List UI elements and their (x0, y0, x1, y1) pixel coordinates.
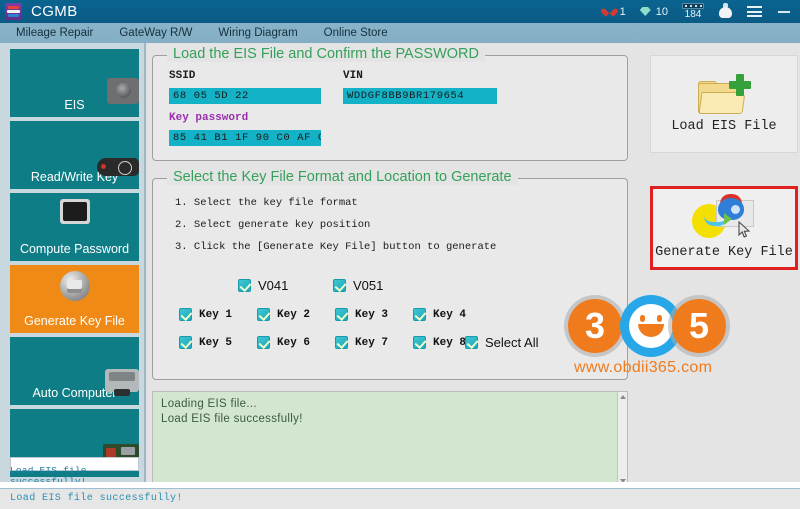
gem-count: 10 (656, 6, 668, 18)
menu-item-online-store[interactable]: Online Store (314, 27, 398, 39)
checkbox-label: Key 4 (433, 309, 466, 321)
log-line: Load EIS file successfully! (161, 412, 619, 427)
bell-icon[interactable] (718, 3, 733, 20)
checkbox-key-1[interactable]: Key 1 (179, 308, 232, 321)
sidebar-item-label: Compute Password (20, 242, 129, 256)
checkbox-box-icon (257, 308, 270, 321)
ssid-label: SSID (169, 70, 195, 82)
log-line: Loading EIS file... (161, 397, 619, 412)
generate-key-icon (60, 271, 90, 301)
checkbox-key-4[interactable]: Key 4 (413, 308, 466, 321)
checkbox-box-icon (413, 336, 426, 349)
application-window: CGMB 1 10 184 Mileage Repair GateWay R/W… (0, 0, 800, 509)
title-bar: CGMB 1 10 184 (0, 0, 800, 23)
heart-count: 1 (620, 6, 626, 18)
checkbox-box-icon (335, 308, 348, 321)
checkbox-label: Key 6 (277, 337, 310, 349)
action-panel: Load EIS File Generate Key File (644, 48, 800, 488)
load-eis-file-label: Load EIS File (671, 119, 776, 134)
scroll-up-arrow-icon[interactable] (618, 392, 628, 401)
menu-item-gateway-rw[interactable]: GateWay R/W (109, 27, 202, 39)
eis-group-title: Load the EIS File and Confirm the PASSWO… (167, 46, 485, 62)
checkbox-box-icon (413, 308, 426, 321)
sidebar-item-label: Auto Computer (32, 386, 116, 400)
car-key-icon (97, 158, 139, 176)
checkbox-label: V041 (258, 278, 288, 293)
checkbox-label: Key 1 (199, 309, 232, 321)
ssid-value[interactable]: 68 05 5D 22 (169, 88, 321, 104)
checkbox-key-3[interactable]: Key 3 (335, 308, 388, 321)
key-password-value[interactable]: 85 41 B1 1F 90 C0 AF C7 (169, 130, 321, 146)
sidebar-item-read-write-key[interactable]: Read/Write Key (10, 121, 139, 189)
battery-count: 184 (685, 9, 702, 20)
checkbox-label: Select All (485, 335, 538, 350)
checkbox-label: Key 7 (355, 337, 388, 349)
checkbox-key-6[interactable]: Key 6 (257, 336, 310, 349)
sidebar-item-label: Generate Key File (24, 314, 125, 328)
sidebar-item-generate-key-file[interactable]: Generate Key File (10, 265, 139, 333)
status-bar: Load EIS file successfully! (0, 488, 800, 509)
log-output-panel: Loading EIS file... Load EIS file succes… (152, 391, 628, 484)
vin-label: VIN (343, 70, 363, 82)
gem-counter: 10 (640, 6, 668, 18)
hamburger-menu-icon[interactable] (747, 6, 762, 17)
minimize-icon[interactable] (778, 11, 790, 13)
checkbox-label: V051 (353, 278, 383, 293)
sidebar-item-eis[interactable]: EIS (10, 49, 139, 117)
heart-icon (605, 7, 615, 16)
checkbox-box-icon (335, 336, 348, 349)
checkbox-key-7[interactable]: Key 7 (335, 336, 388, 349)
checkbox-key-2[interactable]: Key 2 (257, 308, 310, 321)
checkbox-select-all[interactable]: Select All (465, 335, 538, 350)
generate-key-file-icon (690, 196, 758, 240)
checkbox-box-icon (257, 336, 270, 349)
checkbox-key-5[interactable]: Key 5 (179, 336, 232, 349)
generate-key-file-button[interactable]: Generate Key File (650, 186, 798, 270)
checkbox-label: Key 3 (355, 309, 388, 321)
gem-icon (640, 7, 651, 16)
checkbox-label: Key 2 (277, 309, 310, 321)
cpu-chip-icon (60, 199, 90, 224)
titlebar-right-group: 1 10 184 (605, 0, 800, 23)
instruction-step-3: 3. Click the [Generate Key File] button … (175, 241, 496, 253)
key-password-label: Key password (169, 112, 248, 124)
generate-key-file-label: Generate Key File (655, 245, 793, 260)
auto-computer-icon (105, 369, 139, 392)
menu-bar: Mileage Repair GateWay R/W Wiring Diagra… (0, 23, 800, 43)
heart-counter: 1 (605, 6, 626, 18)
checkbox-box-icon (179, 336, 192, 349)
checkbox-label: Key 5 (199, 337, 232, 349)
checkbox-v041[interactable]: V041 (238, 278, 288, 293)
checkbox-box-icon (179, 308, 192, 321)
mouse-pointer-icon (738, 221, 752, 239)
key-file-format-group: Select the Key File Format and Location … (152, 178, 628, 380)
sidebar: EIS Read/Write Key Compute Password Gene… (0, 43, 146, 488)
folder-add-icon (698, 74, 750, 114)
log-scrollbar[interactable] (617, 392, 627, 484)
key-file-group-title: Select the Key File Format and Location … (167, 169, 518, 185)
load-eis-file-button[interactable]: Load EIS File (650, 55, 798, 153)
battery-counter: 184 (682, 3, 704, 20)
app-title: CGMB (31, 3, 78, 20)
checkbox-box-icon (465, 336, 478, 349)
instruction-step-2: 2. Select generate key position (175, 219, 370, 231)
vin-value[interactable]: WDDGF8BB9BR179654 (343, 88, 497, 104)
cgmb-logo-icon (5, 3, 22, 20)
eis-password-group: Load the EIS File and Confirm the PASSWO… (152, 55, 628, 161)
status-bar-text: Load EIS file successfully! (10, 493, 183, 504)
sidebar-item-auto-computer[interactable]: Auto Computer (10, 337, 139, 405)
checkbox-v051[interactable]: V051 (333, 278, 383, 293)
menu-item-mileage-repair[interactable]: Mileage Repair (6, 27, 103, 39)
checkbox-box-icon (238, 279, 251, 292)
sidebar-item-compute-password[interactable]: Compute Password (10, 193, 139, 261)
checkbox-label: Key 8 (433, 337, 466, 349)
sidebar-item-label: EIS (64, 98, 84, 112)
menu-item-wiring-diagram[interactable]: Wiring Diagram (208, 27, 307, 39)
checkbox-key-8[interactable]: Key 8 (413, 336, 466, 349)
checkbox-box-icon (333, 279, 346, 292)
eis-module-icon (107, 78, 139, 104)
instruction-step-1: 1. Select the key file format (175, 197, 358, 209)
main-content: Load the EIS File and Confirm the PASSWO… (148, 43, 800, 488)
